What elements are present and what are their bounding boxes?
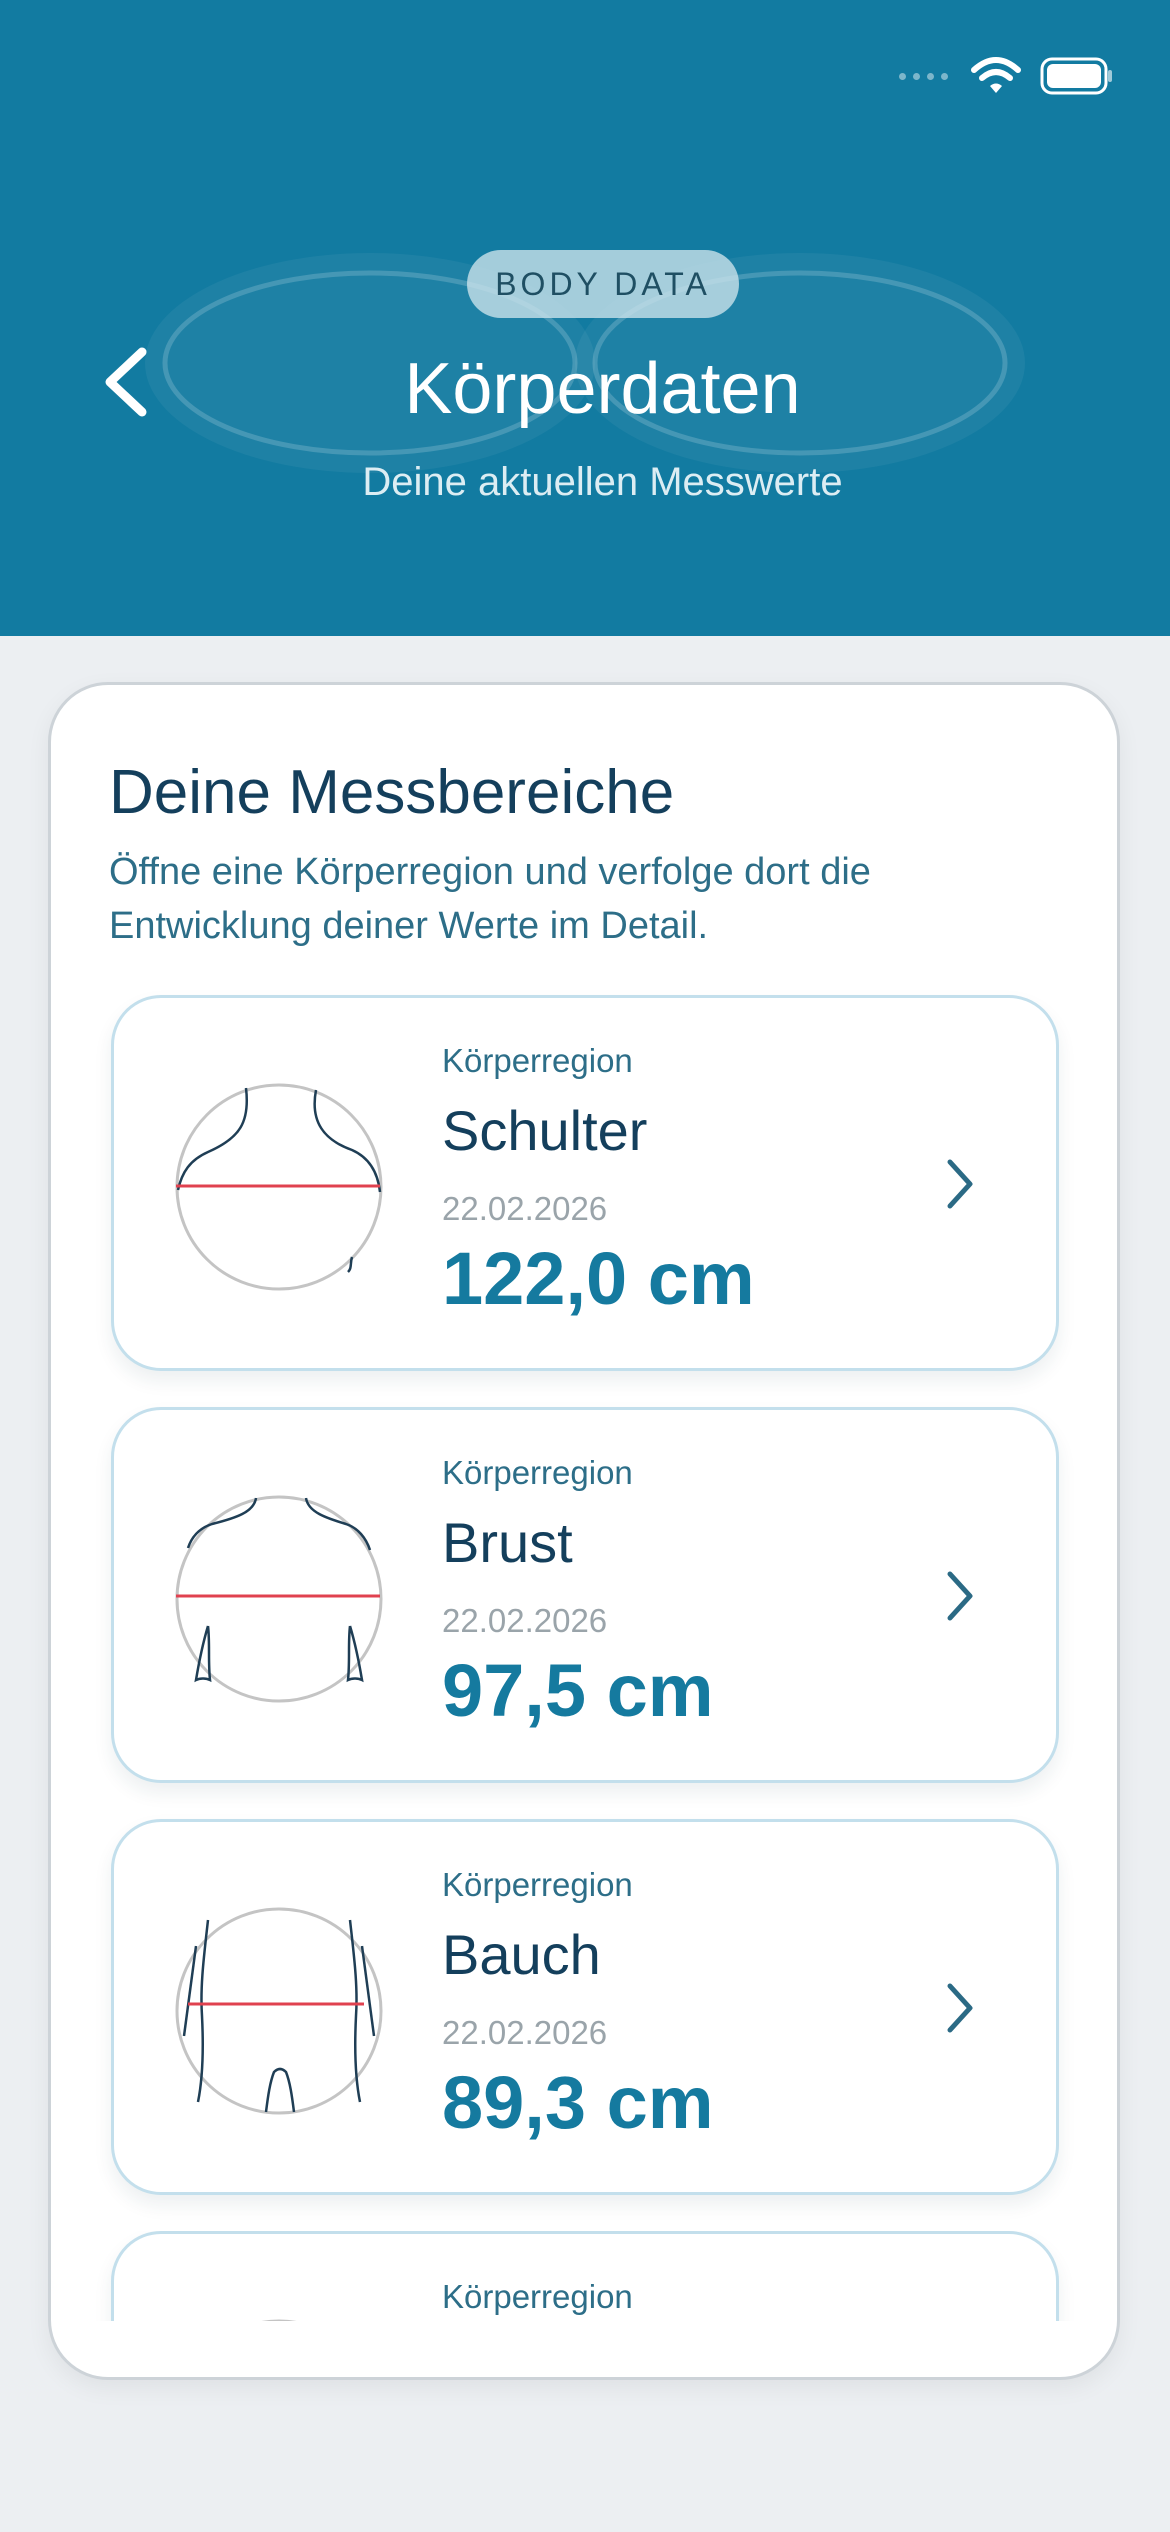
shoulder-illustration-icon [175,1083,383,1291]
region-card-bauch[interactable]: Körperregion Bauch 22.02.2026 89,3 cm [111,1819,1059,2195]
section-title: Deine Messbereiche [109,758,675,827]
region-value: 97,5 cm [442,1649,714,1732]
region-label: Körperregion [442,1866,633,1903]
region-label: Körperregion [442,1454,633,1491]
region-date: 22.02.2026 [442,2014,608,2051]
wifi-icon [971,57,1021,93]
region-name: Schulter [442,1099,648,1162]
region-date: 22.02.2026 [442,1602,608,1639]
chevron-right-icon [947,1571,973,1621]
region-name: Brust [442,1511,573,1574]
chevron-right-icon [947,1159,973,1209]
card-clip: Körperregion [51,2231,1117,2321]
signal-icon [899,72,948,80]
region-name: Bauch [442,1923,601,1986]
chest-illustration-icon [175,1495,383,1703]
region-card-schulter[interactable]: Körperregion Schulter 22.02.2026 122,0 c… [111,995,1059,1371]
battery-icon [1040,57,1112,95]
header: BODY DATA Körperdaten Deine aktuellen Me… [0,0,1170,636]
body-illustration-icon [261,2319,297,2321]
region-label: Körperregion [442,1042,633,1079]
page-title: Körperdaten [404,349,801,429]
chevron-right-icon [947,1983,973,2033]
page-subtitle: Deine aktuellen Messwerte [362,460,843,504]
region-card-4[interactable]: Körperregion [111,2231,1059,2321]
section-badge: BODY DATA [467,250,739,318]
regions-panel: Deine Messbereiche Öffne eine Körperregi… [48,682,1120,2380]
region-value: 122,0 cm [442,1237,755,1320]
section-description: Öffne eine Körperregion und verfolge dor… [109,851,871,947]
belly-illustration-icon [175,1907,383,2115]
region-date: 22.02.2026 [442,1190,608,1227]
status-bar [899,56,1114,96]
region-value: 89,3 cm [442,2061,714,2144]
region-label: Körperregion [442,2278,633,2315]
region-card-brust[interactable]: Körperregion Brust 22.02.2026 97,5 cm [111,1407,1059,1783]
